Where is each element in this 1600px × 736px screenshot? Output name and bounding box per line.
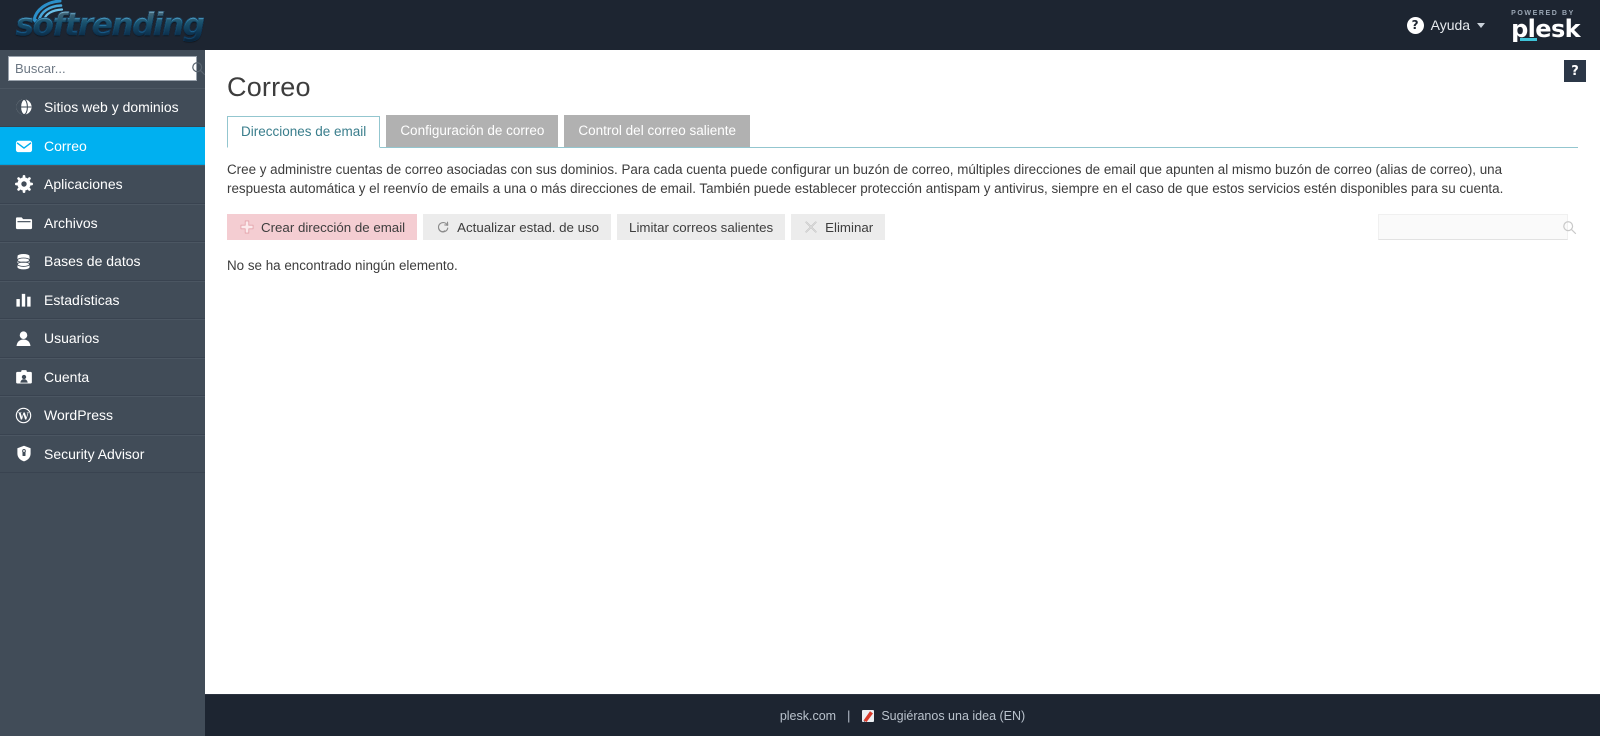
footer-plesk-link[interactable]: plesk.com: [780, 709, 836, 723]
sidebar-item-label: Archivos: [44, 214, 98, 231]
plesk-underline-accent: [1520, 38, 1538, 42]
question-circle-icon: ?: [1406, 16, 1424, 34]
sidebar-item-cuenta[interactable]: Cuenta: [0, 357, 205, 396]
sidebar-item-aplicaciones[interactable]: Aplicaciones: [0, 165, 205, 204]
sidebar-item-label: Correo: [44, 137, 87, 154]
sidebar-item-label: Security Advisor: [44, 445, 145, 462]
footer-suggest-idea-link[interactable]: Sugiéranos una idea (EN): [861, 709, 1025, 723]
list-search-input[interactable]: [1386, 219, 1562, 235]
sidebar-item-sitios-web-y-dominios[interactable]: Sitios web y dominios: [0, 88, 205, 127]
search-input[interactable]: [15, 61, 191, 76]
sidebar: softrending Sitios web y d: [0, 0, 206, 736]
footer-separator: |: [847, 708, 851, 723]
toolbar: Crear dirección de email Actualizar esta…: [227, 214, 1578, 241]
sidebar-item-bases-de-datos[interactable]: Bases de datos: [0, 242, 205, 281]
bar-chart-icon: [14, 290, 33, 309]
tab-bar: Direcciones de email Configuración de co…: [227, 115, 1578, 149]
folder-icon: [14, 213, 33, 232]
limit-outgoing-mail-button[interactable]: Limitar correos salientes: [617, 214, 786, 241]
tab-bottom-rule: [227, 147, 1578, 149]
create-email-address-button[interactable]: Crear dirección de email: [227, 214, 418, 241]
page-description: Cree y administre cuentas de correo asoc…: [227, 162, 1504, 197]
shield-icon: [14, 444, 33, 463]
sidebar-item-label: Bases de datos: [44, 253, 141, 270]
plesk-control-panel: softrending Sitios web y d: [0, 0, 1600, 736]
id-card-icon: [14, 367, 33, 386]
database-icon: [14, 252, 33, 271]
empty-state-message: No se ha encontrado ningún elemento.: [227, 258, 458, 274]
sidebar-item-label: Usuarios: [44, 330, 100, 347]
help-toggle-button[interactable]: ?: [1564, 60, 1586, 82]
button-label: Limitar correos salientes: [629, 219, 774, 235]
sidebar-item-label: Estadísticas: [44, 291, 120, 308]
plesk-wordmark: plesk: [1511, 17, 1581, 42]
globe-icon: [14, 98, 33, 117]
user-icon: [14, 329, 33, 348]
update-usage-stats-button[interactable]: Actualizar estad. de uso: [423, 214, 612, 241]
button-label: Crear dirección de email: [261, 219, 406, 235]
sidebar-item-usuarios[interactable]: Usuarios: [0, 319, 205, 358]
sidebar-item-archivos[interactable]: Archivos: [0, 203, 205, 242]
note-pencil-icon: [862, 709, 875, 722]
button-label: Actualizar estad. de uso: [457, 219, 600, 235]
sidebar-item-correo[interactable]: Correo: [0, 126, 205, 165]
sidebar-item-label: WordPress: [44, 407, 113, 424]
sidebar-item-security-advisor[interactable]: Security Advisor: [0, 434, 205, 473]
tab-direcciones-de-email[interactable]: Direcciones de email: [227, 116, 381, 149]
list-search[interactable]: [1378, 214, 1577, 241]
help-menu-button[interactable]: ? Ayuda: [1406, 16, 1486, 34]
search-icon: [192, 62, 206, 76]
delete-button[interactable]: Eliminar: [791, 214, 886, 241]
wordpress-icon: W: [14, 406, 33, 425]
svg-text:W: W: [17, 411, 29, 422]
refresh-icon: [435, 220, 450, 235]
plesk-brand-logo[interactable]: POWERED BY plesk: [1511, 10, 1581, 42]
footer-suggest-idea-label: Sugiéranos una idea (EN): [881, 708, 1026, 723]
sidebar-item-label: Sitios web y dominios: [44, 99, 179, 116]
top-bar: ? Ayuda POWERED BY plesk: [205, 0, 1600, 50]
gear-icon: [14, 175, 33, 194]
envelope-icon: [14, 136, 33, 155]
sidebar-search-container: [0, 50, 206, 88]
chevron-down-icon: [1477, 22, 1486, 28]
help-menu-label: Ayuda: [1430, 17, 1471, 33]
content-panel: ? Correo Direcciones de email Configurac…: [205, 50, 1600, 694]
page-title: Correo: [227, 72, 311, 102]
plus-icon: [239, 220, 254, 235]
main-area: ? Ayuda POWERED BY plesk ? Correo Direcc…: [205, 0, 1600, 736]
sidebar-item-label: Aplicaciones: [44, 176, 123, 193]
sidebar-item-estadisticas[interactable]: Estadísticas: [0, 280, 205, 319]
sidebar-item-wordpress[interactable]: W WordPress: [0, 396, 205, 435]
button-label: Eliminar: [825, 219, 874, 235]
search-icon: [1563, 220, 1577, 234]
sidebar-item-label: Cuenta: [44, 368, 90, 385]
tab-control-del-correo-saliente[interactable]: Control del correo saliente: [564, 115, 750, 148]
brand-logo-text: softrending: [15, 7, 205, 44]
sidebar-search[interactable]: [8, 56, 206, 81]
remove-x-icon: [803, 220, 818, 235]
footer: plesk.com | Sugiéranos una idea (EN): [205, 694, 1600, 736]
tab-configuracion-de-correo[interactable]: Configuración de correo: [386, 115, 559, 148]
brand-logo[interactable]: softrending: [0, 0, 205, 50]
